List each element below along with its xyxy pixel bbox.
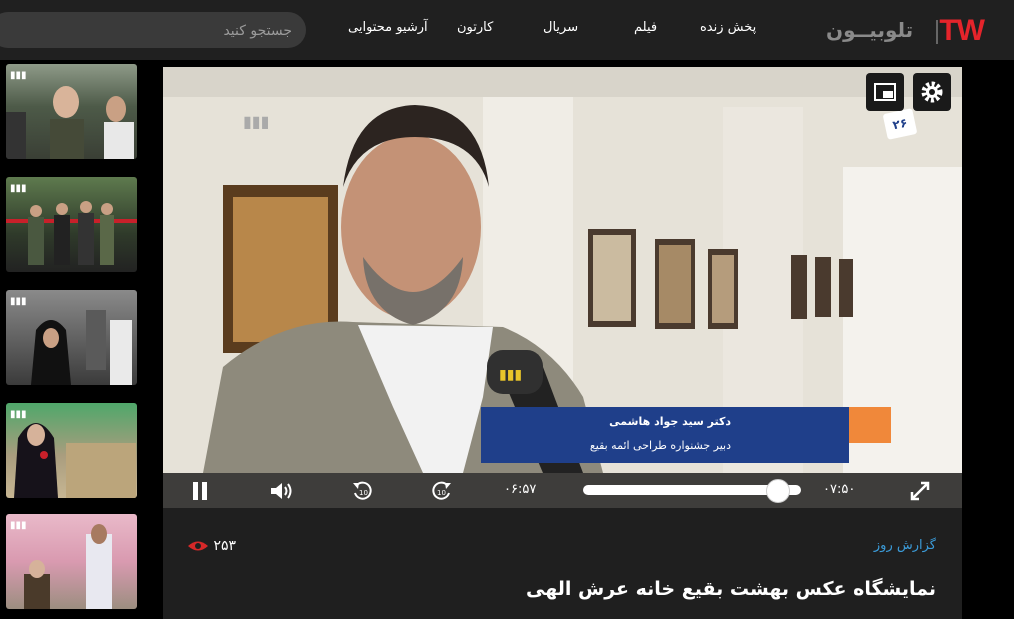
seek-handle[interactable]: [766, 479, 791, 503]
top-navigation-bar: آرشیو محتوایی کارتون سریال فیلم پخش زنده…: [0, 0, 1014, 60]
lower-third-caption: دکتر سید جواد هاشمی دبیر جشنواره طراحی ا…: [481, 407, 849, 463]
site-logo[interactable]: TW تلوبیــون: [820, 14, 1000, 50]
logo-name: تلوبیــون: [826, 18, 914, 42]
video-thumbnail[interactable]: ▮▮▮: [6, 290, 137, 385]
video-thumbnail[interactable]: ▮▮▮: [6, 64, 137, 159]
svg-text:10: 10: [359, 489, 368, 497]
picture-in-picture-icon: [874, 83, 896, 101]
thumbnail-channel-icon: ▮▮▮: [10, 520, 27, 531]
thumbnail-channel-icon: ▮▮▮: [10, 409, 27, 420]
video-thumbnail[interactable]: ▮▮▮: [6, 177, 137, 272]
rewind-10-icon[interactable]: 10: [351, 479, 375, 503]
player-control-bar: 10 10 ۰۶:۵۷ ۰۷:۵۰: [163, 473, 962, 508]
duration: ۰۷:۵۰: [823, 482, 856, 497]
lower-third-role: دبیر جشنواره طراحی ائمه بقیع: [589, 439, 731, 452]
search-input[interactable]: [10, 12, 294, 50]
svg-text:▮▮▮: ▮▮▮: [499, 367, 522, 383]
view-count: ۲۵۳: [187, 538, 236, 554]
video-info-panel: گزارش روز ۲۵۳ نمایشگاه عکس بهشت بقیع خان…: [163, 508, 962, 619]
fullscreen-icon[interactable]: [908, 479, 932, 503]
thumbnail-channel-icon: ▮▮▮: [10, 296, 27, 307]
video-title: نمایشگاه عکس بهشت بقیع خانه عرش الهی: [525, 578, 936, 600]
eye-icon: [188, 541, 208, 551]
current-time: ۰۶:۵۷: [504, 482, 537, 497]
forward-10-icon[interactable]: 10: [429, 479, 453, 503]
logo-brand: TW: [939, 14, 985, 47]
nav-series[interactable]: سریال: [543, 20, 578, 35]
volume-icon[interactable]: [269, 480, 295, 502]
logo-divider: [936, 20, 938, 44]
gear-icon: [921, 81, 943, 103]
related-videos-sidebar: ▮▮▮ ▮▮▮ ▮▮▮ ▮▮▮ ▮▮▮: [0, 64, 150, 619]
nav-film[interactable]: فیلم: [634, 20, 657, 35]
video-thumbnail[interactable]: ▮▮▮: [6, 403, 137, 498]
right-margin: [962, 60, 1014, 619]
nav-live[interactable]: پخش زنده: [700, 20, 756, 35]
settings-button[interactable]: [913, 73, 951, 111]
video-thumbnail[interactable]: ▮▮▮: [6, 514, 137, 609]
category-link[interactable]: گزارش روز: [874, 538, 936, 553]
svg-text:▮▮▮: ▮▮▮: [243, 112, 269, 131]
svg-text:10: 10: [437, 489, 446, 497]
pip-button[interactable]: [866, 73, 904, 111]
pause-icon[interactable]: [189, 480, 213, 502]
nav-archive[interactable]: آرشیو محتوایی: [348, 20, 428, 35]
nav-cartoon[interactable]: کارتون: [457, 20, 493, 35]
search-box[interactable]: [0, 12, 306, 50]
lower-third-name: دکتر سید جواد هاشمی: [609, 415, 731, 428]
view-count-value: ۲۵۳: [213, 538, 237, 554]
thumbnail-channel-icon: ▮▮▮: [10, 70, 27, 81]
video-player[interactable]: ▮▮▮ ▮▮▮ دکتر سید جواد هاشمی دبیر جشنواره…: [163, 67, 962, 508]
thumbnail-channel-icon: ▮▮▮: [10, 183, 27, 194]
